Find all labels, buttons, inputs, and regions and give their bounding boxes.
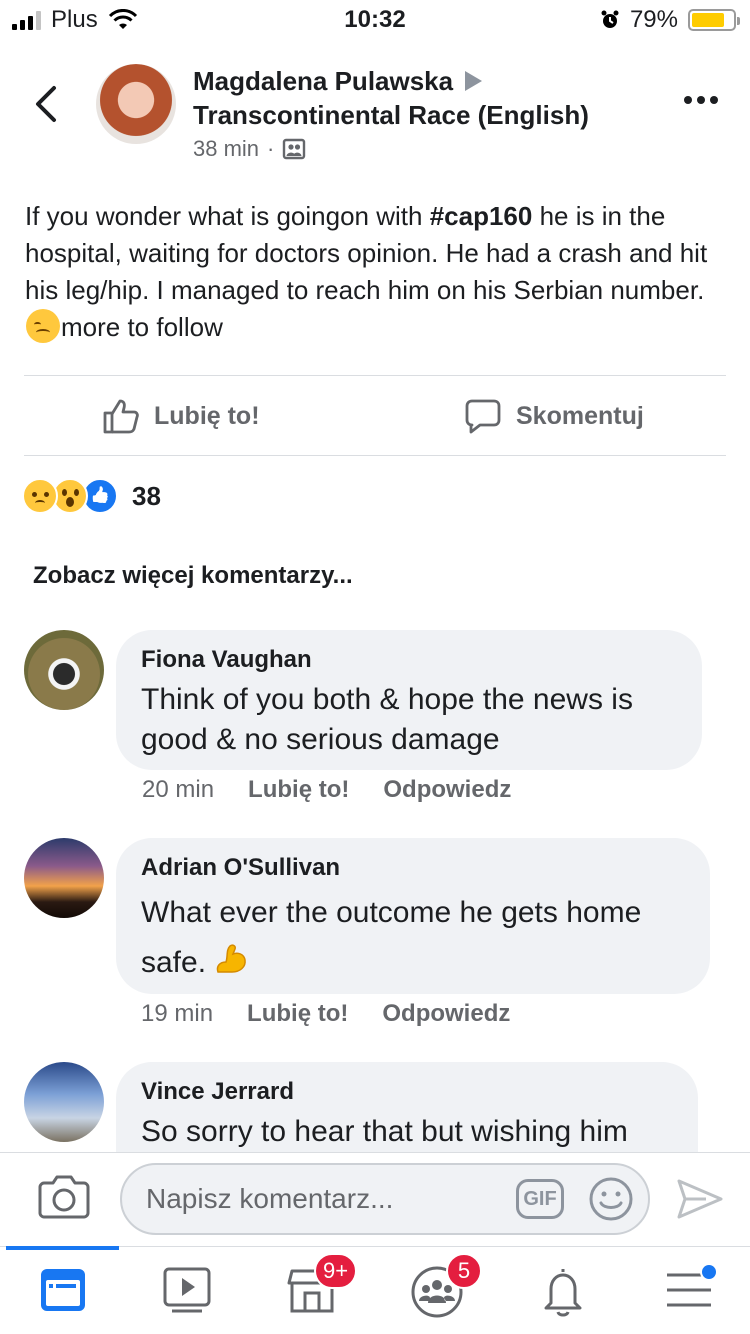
comment-reply-link[interactable]: Odpowiedz	[382, 1000, 510, 1028]
comment-bubble[interactable]: Fiona Vaughan Think of you both & hope t…	[116, 630, 702, 770]
hashtag-link[interactable]: #cap160	[430, 201, 533, 231]
sad-reaction-icon	[22, 478, 58, 514]
group-icon	[283, 138, 306, 160]
back-icon[interactable]	[30, 84, 64, 124]
tab-watch[interactable]	[162, 1265, 218, 1321]
comment-bubble[interactable]: Adrian O'Sullivan What ever the outcome …	[116, 838, 710, 994]
camera-icon[interactable]	[38, 1173, 90, 1219]
author-name-row: Magdalena Pulawska	[193, 66, 483, 97]
author-name[interactable]: Magdalena Pulawska	[193, 66, 453, 96]
commenter-avatar[interactable]	[24, 838, 104, 918]
comment-text-row: What ever the outcome he gets home safe.	[141, 888, 684, 988]
more-options-icon[interactable]	[684, 96, 718, 104]
status-bar: Plus 10:32 79%	[0, 0, 750, 40]
like-button[interactable]: Lubię to!	[102, 378, 260, 454]
tab-marketplace[interactable]: 9+	[286, 1253, 358, 1321]
comment-time: 20 min	[142, 776, 215, 803]
post-header: Magdalena Pulawska Transcontinental Race…	[0, 62, 750, 172]
tab-menu[interactable]	[664, 1263, 720, 1321]
arrow-right-icon	[465, 71, 483, 91]
post-text-end: more to follow	[61, 312, 223, 342]
battery-level	[692, 13, 724, 27]
comment-composer: GIF	[0, 1152, 750, 1246]
groups-badge: 5	[446, 1253, 482, 1289]
comment-meta: 20 min Lubię to! Odpowiedz	[142, 776, 545, 804]
tab-news-feed[interactable]	[38, 1265, 94, 1321]
tab-notifications[interactable]	[538, 1265, 594, 1321]
comment-button[interactable]: Skomentuj	[464, 378, 644, 454]
status-right: 79%	[600, 6, 740, 34]
comment-time: 19 min	[141, 1000, 214, 1027]
divider	[24, 375, 726, 376]
comment-like-link[interactable]: Lubię to!	[248, 776, 349, 804]
bottom-tab-bar: 9+ 5	[0, 1246, 750, 1334]
post-text-start: If you wonder what is goingon with	[25, 201, 430, 231]
commenter-avatar[interactable]	[24, 630, 104, 710]
menu-notification-dot	[700, 1263, 718, 1281]
pensive-emoji-icon	[26, 309, 60, 343]
flexed-biceps-icon	[217, 944, 247, 973]
watch-icon	[163, 1267, 211, 1313]
emoji-icon[interactable]	[588, 1176, 634, 1222]
tab-groups[interactable]: 5	[410, 1253, 482, 1321]
comment-bubble[interactable]: Vince Jerrard So sorry to hear that but …	[116, 1062, 698, 1152]
post-actions: Lubię to! Skomentuj	[0, 378, 750, 454]
commenter-name[interactable]: Vince Jerrard	[141, 1078, 672, 1106]
divider	[24, 455, 726, 456]
comment-input[interactable]	[146, 1177, 506, 1221]
notifications-icon	[544, 1269, 582, 1317]
author-avatar[interactable]	[96, 64, 176, 144]
group-name[interactable]: Transcontinental Race (English)	[193, 100, 589, 131]
battery-percent: 79%	[629, 6, 678, 33]
post-time[interactable]: 38 min	[193, 136, 259, 162]
comment-label: Skomentuj	[516, 401, 644, 430]
comment-input-wrapper: GIF	[120, 1163, 650, 1235]
gif-icon[interactable]: GIF	[516, 1179, 564, 1219]
active-tab-indicator	[6, 1246, 119, 1250]
commenter-avatar[interactable]	[24, 1062, 104, 1142]
see-more-comments-link[interactable]: Zobacz więcej komentarzy...	[33, 562, 353, 590]
comment-text: So sorry to hear that but wishing him	[141, 1115, 628, 1148]
like-icon	[103, 399, 139, 434]
post-meta: 38 min ·	[193, 136, 306, 162]
feed-icon	[41, 1269, 85, 1311]
comment-icon	[465, 399, 501, 434]
marketplace-badge: 9+	[314, 1253, 358, 1289]
comment-text: Think of you both & hope the news is goo…	[141, 683, 633, 756]
meta-separator: ·	[267, 136, 275, 161]
like-label: Lubię to!	[154, 401, 260, 430]
send-icon[interactable]	[676, 1177, 724, 1221]
comment-reply-link[interactable]: Odpowiedz	[383, 776, 511, 804]
commenter-name[interactable]: Fiona Vaughan	[141, 646, 676, 674]
comment-item: Vince Jerrard So sorry to hear that but …	[0, 1062, 750, 1152]
comment-meta: 19 min Lubię to! Odpowiedz	[141, 1000, 544, 1028]
commenter-name[interactable]: Adrian O'Sullivan	[141, 854, 684, 882]
reaction-count: 38	[132, 480, 161, 511]
post-text: If you wonder what is goingon with #cap1…	[25, 198, 725, 346]
alarm-icon	[601, 10, 619, 28]
battery-icon	[688, 9, 740, 31]
reactions-summary[interactable]: 38	[22, 478, 161, 514]
comment-like-link[interactable]: Lubię to!	[247, 1000, 348, 1028]
